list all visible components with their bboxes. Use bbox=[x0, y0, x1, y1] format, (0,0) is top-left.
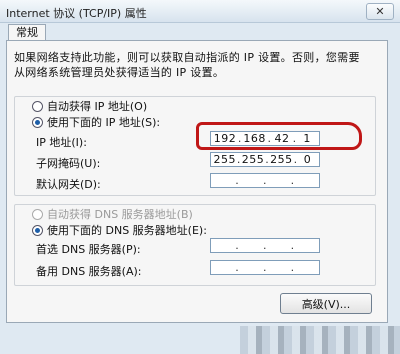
alternate-dns-label: 备用 DNS 服务器(A): bbox=[36, 265, 142, 278]
preferred-dns-field[interactable]: . . . bbox=[210, 238, 320, 253]
blurred-watermark bbox=[240, 326, 400, 354]
intro-text: 如果网络支持此功能，则可以获取自动指派的 IP 设置。否则，您需要从网络系统管理… bbox=[14, 51, 360, 79]
close-icon: ✕ bbox=[375, 5, 385, 18]
tab-general[interactable]: 常规 bbox=[8, 24, 46, 41]
default-gateway-field[interactable]: . . . bbox=[210, 173, 320, 188]
mask-octet-3: 255 bbox=[270, 153, 293, 166]
manual-ip-option[interactable]: 使用下面的 IP 地址(S): bbox=[32, 114, 160, 130]
default-gateway-label: 默认网关(D): bbox=[36, 178, 101, 191]
mask-octet-2: 255 bbox=[241, 153, 265, 166]
auto-ip-label: 自动获得 IP 地址(O) bbox=[47, 100, 148, 113]
auto-ip-radio[interactable] bbox=[32, 100, 43, 112]
advanced-button[interactable]: 高级(V)... bbox=[280, 293, 372, 314]
ip-address-label: IP 地址(I): bbox=[36, 136, 87, 149]
subnet-mask-label: 子网掩码(U): bbox=[36, 157, 101, 170]
window-title: Internet 协议 (TCP/IP) 属性 bbox=[6, 7, 147, 20]
title-bar: Internet 协议 (TCP/IP) 属性 ✕ bbox=[0, 0, 400, 23]
manual-ip-label: 使用下面的 IP 地址(S): bbox=[47, 116, 161, 129]
auto-ip-option[interactable]: 自动获得 IP 地址(O) bbox=[32, 98, 147, 114]
manual-ip-radio[interactable] bbox=[32, 116, 43, 128]
close-button[interactable]: ✕ bbox=[366, 3, 394, 20]
manual-dns-radio[interactable] bbox=[32, 224, 43, 236]
red-highlight-annotation bbox=[196, 122, 362, 150]
auto-dns-label: 自动获得 DNS 服务器地址(B) bbox=[47, 208, 193, 221]
subnet-mask-field[interactable]: 255. 255. 255. 0 bbox=[210, 152, 320, 167]
preferred-dns-label: 首选 DNS 服务器(P): bbox=[36, 243, 141, 256]
auto-dns-radio[interactable] bbox=[32, 208, 43, 220]
manual-dns-option[interactable]: 使用下面的 DNS 服务器地址(E): bbox=[32, 222, 207, 238]
manual-dns-label: 使用下面的 DNS 服务器地址(E): bbox=[47, 224, 207, 237]
mask-octet-1: 255 bbox=[213, 153, 236, 166]
auto-dns-option[interactable]: 自动获得 DNS 服务器地址(B) bbox=[32, 206, 193, 222]
alternate-dns-field[interactable]: . . . bbox=[210, 260, 320, 275]
mask-octet-4: 0 bbox=[303, 153, 312, 166]
